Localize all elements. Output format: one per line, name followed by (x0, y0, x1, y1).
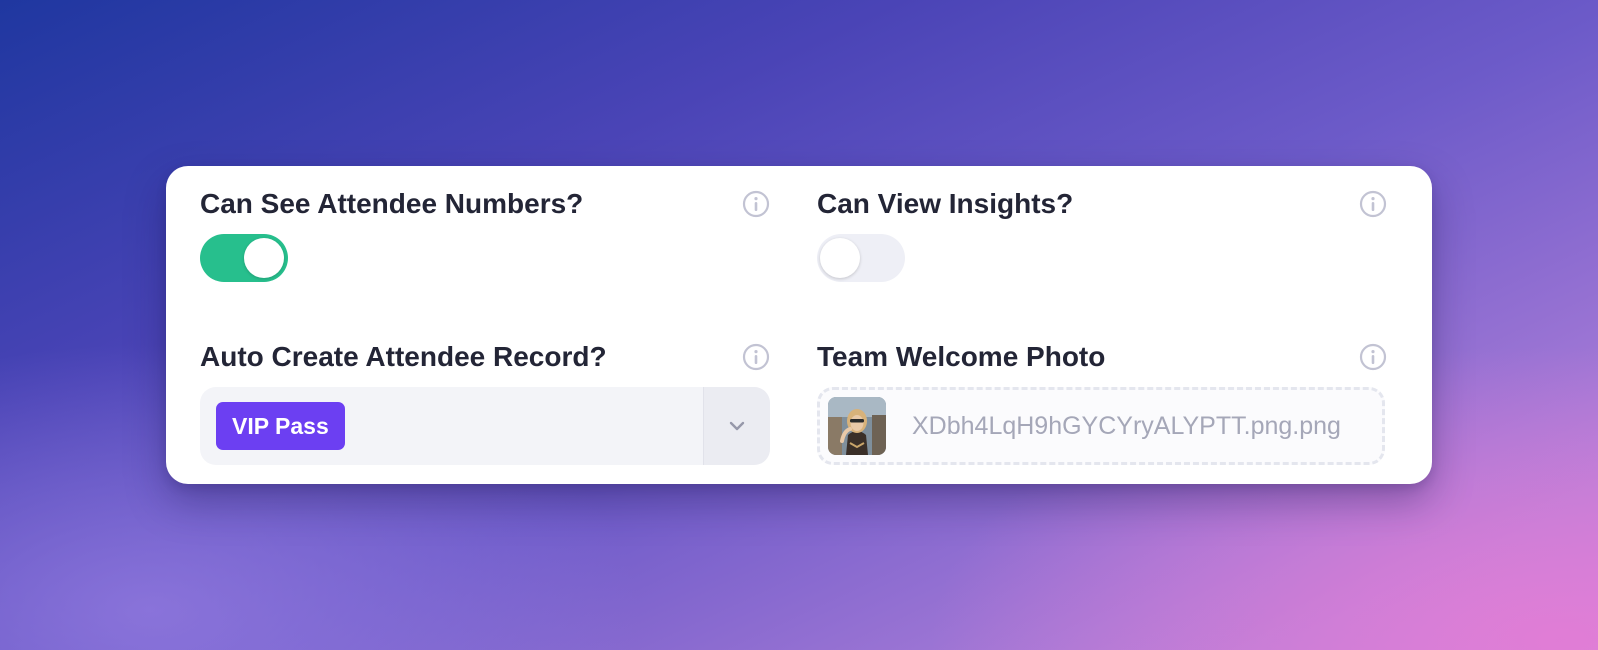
view-insights-toggle[interactable] (817, 234, 905, 282)
settings-card: Can See Attendee Numbers? Can View Insig… (166, 166, 1432, 484)
view-insights-label: Can View Insights? (817, 188, 1074, 219)
info-icon[interactable] (742, 190, 770, 218)
attendee-numbers-label: Can See Attendee Numbers? (200, 188, 584, 219)
chevron-down-icon (729, 421, 745, 431)
auto-create-record-label: Auto Create Attendee Record? (200, 341, 607, 372)
info-icon[interactable] (1359, 190, 1387, 218)
info-icon[interactable] (742, 343, 770, 371)
photo-thumbnail (828, 397, 886, 455)
field-auto-create-record: Auto Create Attendee Record? VIP Pass (200, 337, 770, 465)
field-attendee-numbers: Can See Attendee Numbers? (200, 184, 770, 282)
toggle-knob (820, 238, 860, 278)
file-name: XDbh4LqH9hGYCYryALYPTT.png.png (912, 412, 1341, 440)
dropdown-button[interactable] (703, 387, 770, 465)
field-team-welcome-photo: Team Welcome Photo XDbh4LqH9hGYCYryALYPT… (817, 337, 1387, 465)
photo-upload-zone[interactable]: XDbh4LqH9hGYCYryALYPTT.png.png (817, 387, 1385, 465)
team-welcome-photo-label: Team Welcome Photo (817, 341, 1106, 372)
ticket-type-select[interactable]: VIP Pass (200, 387, 770, 465)
selected-tag[interactable]: VIP Pass (216, 402, 345, 450)
info-icon[interactable] (1359, 343, 1387, 371)
toggle-knob (244, 238, 284, 278)
field-view-insights: Can View Insights? (817, 184, 1387, 282)
attendee-numbers-toggle[interactable] (200, 234, 288, 282)
